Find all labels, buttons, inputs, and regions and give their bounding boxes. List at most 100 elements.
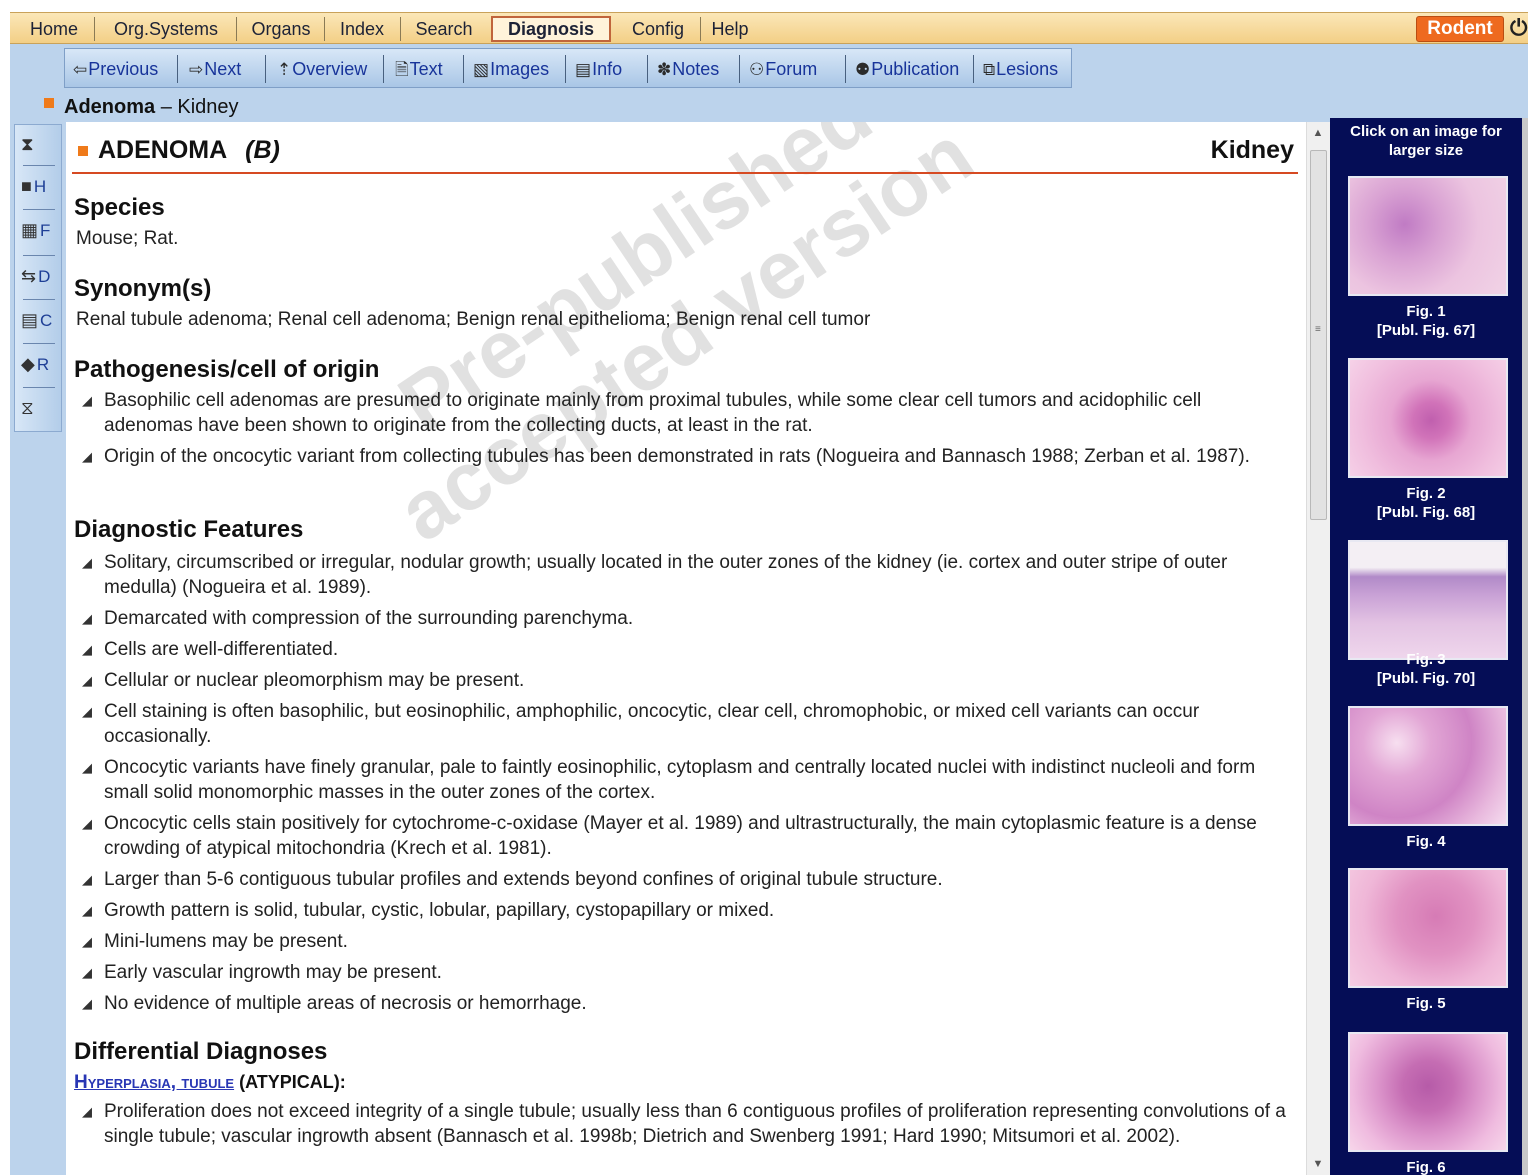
sidebar-item-h[interactable]: ■ H (21, 171, 61, 201)
figure-thumbnail-5[interactable] (1348, 868, 1508, 988)
synonyms-text: Renal tubule adenoma; Renal cell adenoma… (76, 309, 871, 330)
scroll-top-button[interactable]: ⧗ (21, 129, 61, 159)
toolbar-separator (463, 55, 464, 83)
figure-thumbnail-4[interactable] (1348, 706, 1508, 826)
document-icon: 🗎 (395, 60, 409, 79)
scroll-up-arrow-icon[interactable]: ▲ (1307, 124, 1329, 142)
sidebar-divider (23, 255, 55, 256)
sidebar-divider (23, 299, 55, 300)
menu-help[interactable]: Help (704, 16, 756, 42)
scrollbar-thumb[interactable]: ≡ (1310, 150, 1327, 520)
species-badge-button[interactable]: Rodent (1416, 16, 1504, 42)
clipboard-icon: ▦ (21, 220, 39, 240)
figure-thumbnail-1[interactable] (1348, 176, 1508, 296)
menu-diagnosis[interactable]: Diagnosis (491, 16, 611, 42)
arrow-up-icon: ⇡ (277, 60, 292, 79)
toolbar-separator (265, 55, 266, 83)
title-bullet-icon (78, 146, 88, 156)
lesions-button[interactable]: ⧉Lesions (983, 56, 1058, 82)
panel-edge (1522, 118, 1528, 1175)
info-button[interactable]: ▤Info (575, 56, 622, 82)
bullet-icon: ◢ (82, 1104, 92, 1119)
list-item: ◢ Basophilic cell adenomas are presumed t… (82, 390, 1202, 436)
bullet-icon: ◢ (82, 611, 92, 626)
sidebar-item-f[interactable]: ▦ F (21, 215, 61, 245)
list-item: ◢ Mini-lumens may be present. (82, 931, 348, 952)
list-icon: ▤ (21, 310, 39, 330)
toolbar-separator (739, 55, 740, 83)
info-icon: ▤ (575, 60, 592, 79)
menu-organs[interactable]: Organs (240, 16, 322, 42)
text-button[interactable]: 🗎Text (395, 56, 443, 82)
bullet-icon: ◢ (82, 449, 92, 464)
menu-index[interactable]: Index (328, 16, 396, 42)
sidebar-item-c[interactable]: ▤ C (21, 305, 61, 335)
diagnostic-features-heading: Diagnostic Features (74, 516, 304, 543)
overview-button[interactable]: ⇡Overview (277, 56, 367, 82)
organ-title: Kidney (1210, 136, 1294, 164)
list-item: ◢ Demarcated with compression of the surr… (82, 608, 634, 629)
figure-thumbnail-2[interactable] (1348, 358, 1508, 478)
differential-diagnoses-heading: Differential Diagnoses (74, 1038, 328, 1065)
list-item: ◢ Cell staining is often basophilic, but … (82, 701, 1200, 747)
figure-thumbnail-3[interactable] (1348, 540, 1508, 660)
figure-caption-3: Fig. 3 [Publ. Fig. 70] (1376, 651, 1476, 687)
images-button[interactable]: ▧Images (473, 56, 549, 82)
previous-button[interactable]: ⇦Previous (73, 56, 158, 82)
scroll-bottom-button[interactable]: ⧖ (21, 393, 61, 423)
hyperplasia-tubule-link[interactable]: Hyperplasia, tubule (74, 1072, 234, 1093)
figure-caption-5: Fig. 5 (1406, 995, 1446, 1012)
next-button[interactable]: ⇨Next (189, 56, 241, 82)
species-heading: Species (74, 194, 165, 221)
publication-button[interactable]: ⚉Publication (855, 56, 959, 82)
toolbar-separator (177, 55, 178, 83)
hourglass-top-icon: ⧗ (21, 134, 34, 154)
scroll-down-arrow-icon[interactable]: ▼ (1307, 1155, 1329, 1173)
breadcrumb-lesion: Adenoma (64, 96, 156, 118)
list-item: ◢ Proliferation does not exceed integrity… (82, 1101, 1286, 1147)
bullet-icon: ◢ (82, 393, 92, 408)
picture-icon: ▧ (473, 60, 490, 79)
publication-icon: ⚉ (855, 60, 871, 79)
menu-config[interactable]: Config (618, 16, 698, 42)
power-icon[interactable]: ⏻ (1510, 15, 1528, 41)
book-icon: ◆ (21, 354, 35, 374)
bullet-icon: ◢ (82, 872, 92, 887)
breadcrumb-organ: Kidney (177, 96, 239, 118)
menu-home[interactable]: Home (16, 16, 92, 42)
sidebar-item-d[interactable]: ⇆ D (21, 261, 61, 291)
toolbar-separator (845, 55, 846, 83)
notes-button[interactable]: ✽Notes (657, 56, 719, 82)
toolbar-separator (647, 55, 648, 83)
figure-caption-1: Fig. 1 [Publ. Fig. 67] (1376, 303, 1476, 339)
lesions-icon: ⧉ (983, 60, 996, 79)
breadcrumb-separator: – (160, 96, 172, 118)
grip-icon: ≡ (1315, 324, 1321, 335)
sidebar-item-r[interactable]: ◆ R (21, 349, 61, 379)
image-panel: Click on an image for larger size Fig. 1… (1330, 118, 1522, 1175)
menu-search[interactable]: Search (404, 16, 484, 42)
grade-label: (B) (245, 136, 280, 164)
toolbar-separator (973, 55, 974, 83)
figure-thumbnail-6[interactable] (1348, 1032, 1508, 1152)
sidebar-divider (23, 343, 55, 344)
list-item: ◢ Oncocytic cells stain positively for cy… (82, 813, 1257, 859)
list-item: ◢ Cellular or nuclear pleomorphism may be… (82, 670, 525, 691)
bullet-icon: ◢ (82, 555, 92, 570)
section-jump-sidebar: ⧗ ■ H ▦ F ⇆ D ▤ C ◆ R ⧖ (14, 124, 62, 432)
sidebar-divider (23, 387, 55, 388)
arrow-right-icon: ⇨ (189, 60, 204, 79)
toolbar-separator (383, 55, 384, 83)
toolbar-separator (565, 55, 566, 83)
sidebar-divider (23, 165, 55, 166)
breadcrumb-bullet-icon (44, 98, 54, 108)
swap-arrows-icon: ⇆ (21, 266, 37, 286)
figure-caption-2: Fig. 2 [Publ. Fig. 68] (1376, 485, 1476, 521)
forum-button[interactable]: ⚇Forum (749, 56, 817, 82)
bullet-icon: ◢ (82, 965, 92, 980)
content-scrollbar[interactable]: ▲ ≡ ▼ (1306, 122, 1330, 1175)
menu-org-systems[interactable]: Org.Systems (98, 16, 234, 42)
list-item: ◢ Cells are well-differentiated. (82, 639, 339, 660)
species-text: Mouse; Rat. (76, 228, 179, 249)
people-icon: ⚇ (749, 60, 765, 79)
